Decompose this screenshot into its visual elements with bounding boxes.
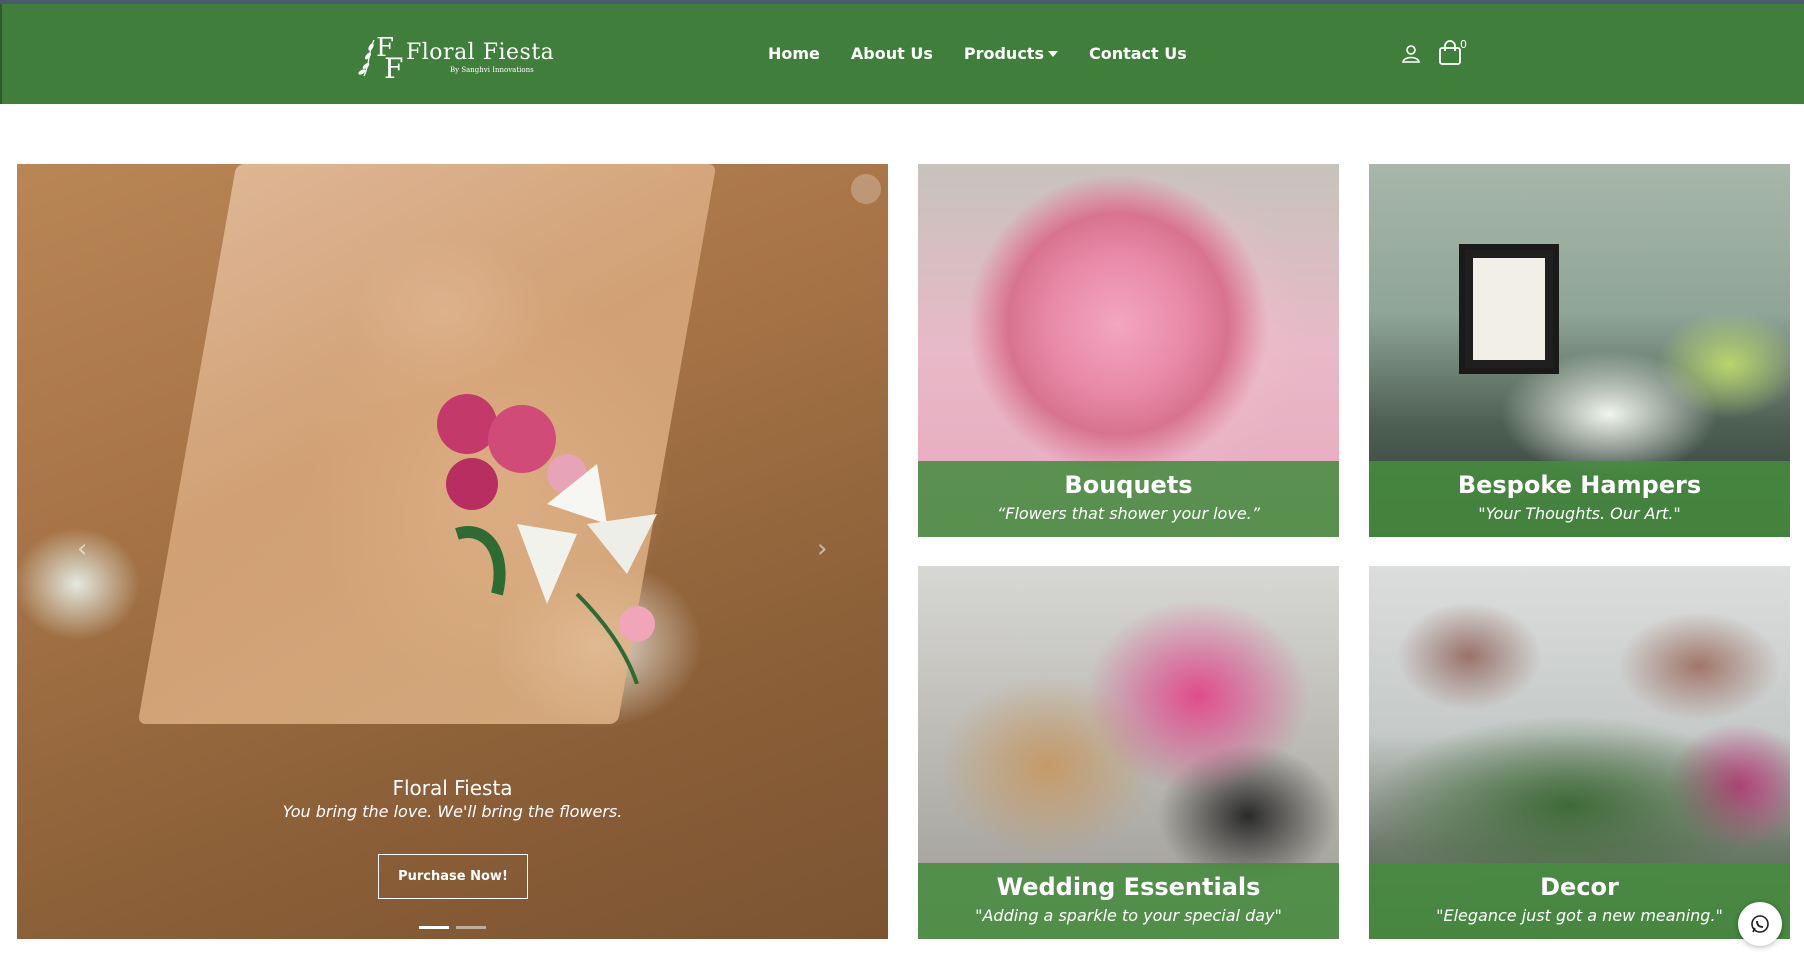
hero-subtitle: You bring the love. We'll bring the flow… xyxy=(282,802,623,821)
caret-down-icon xyxy=(1047,50,1058,57)
nav-products-label: Products xyxy=(963,44,1044,63)
category-card-bouquets[interactable]: Bouquets “Flowers that shower your love.… xyxy=(918,164,1339,537)
card-title: Bespoke Hampers xyxy=(1457,471,1702,499)
slider-next-icon[interactable]: › xyxy=(817,534,827,564)
hero-slider[interactable]: ‹ › Floral Fiesta You bring the love. We… xyxy=(17,164,888,939)
hero-title: Floral Fiesta xyxy=(392,776,513,800)
card-tagline: “Flowers that shower your love.” xyxy=(996,504,1261,523)
site-header: F F Floral Fiesta By Sanghvi Innovations… xyxy=(0,4,1804,104)
purchase-now-button[interactable]: Purchase Now! xyxy=(378,854,528,899)
nav-about-us[interactable]: About Us xyxy=(851,44,933,63)
card-title: Bouquets xyxy=(1064,471,1193,499)
nav-home[interactable]: Home xyxy=(768,44,820,63)
shopping-bag-icon[interactable] xyxy=(1438,40,1462,66)
main-nav: Home About Us Products Contact Us xyxy=(768,44,1218,63)
card-caption: Decor "Elegance just got a new meaning." xyxy=(1369,863,1790,939)
svg-text:F: F xyxy=(384,52,403,85)
card-tagline: "Elegance just got a new meaning." xyxy=(1436,906,1723,925)
whatsapp-button[interactable] xyxy=(1738,902,1782,946)
slider-prev-icon[interactable]: ‹ xyxy=(77,534,87,564)
whatsapp-icon xyxy=(1751,915,1769,933)
card-caption: Bouquets “Flowers that shower your love.… xyxy=(918,461,1339,537)
card-caption: Bespoke Hampers "Your Thoughts. Our Art.… xyxy=(1369,461,1790,537)
nav-contact-us[interactable]: Contact Us xyxy=(1089,44,1187,63)
logo-text: Floral Fiesta xyxy=(406,40,555,65)
logo-mark-icon: F F xyxy=(358,33,403,85)
slider-dot-1[interactable] xyxy=(419,926,449,929)
logo[interactable]: F F Floral Fiesta By Sanghvi Innovations xyxy=(354,26,554,86)
category-card-decor[interactable]: Decor "Elegance just got a new meaning." xyxy=(1369,566,1790,939)
nav-products[interactable]: Products xyxy=(964,44,1058,63)
category-card-wedding-essentials[interactable]: Wedding Essentials "Adding a sparkle to … xyxy=(918,566,1339,939)
card-title: Wedding Essentials xyxy=(996,873,1261,901)
card-tagline: "Adding a sparkle to your special day" xyxy=(975,906,1282,925)
user-icon[interactable] xyxy=(1401,44,1421,64)
logo-subtitle: By Sanghvi Innovations xyxy=(450,66,534,74)
cart-count-badge: 0 xyxy=(1460,38,1467,51)
fullscreen-icon[interactable] xyxy=(851,174,881,204)
card-caption: Wedding Essentials "Adding a sparkle to … xyxy=(918,863,1339,939)
hamper-frame-graphic xyxy=(1459,244,1559,374)
slider-dot-2[interactable] xyxy=(456,926,486,929)
hero-image-bouquet xyxy=(437,394,657,684)
category-card-bespoke-hampers[interactable]: Bespoke Hampers "Your Thoughts. Our Art.… xyxy=(1369,164,1790,537)
card-tagline: "Your Thoughts. Our Art." xyxy=(1478,504,1681,523)
card-title: Decor xyxy=(1540,873,1619,901)
